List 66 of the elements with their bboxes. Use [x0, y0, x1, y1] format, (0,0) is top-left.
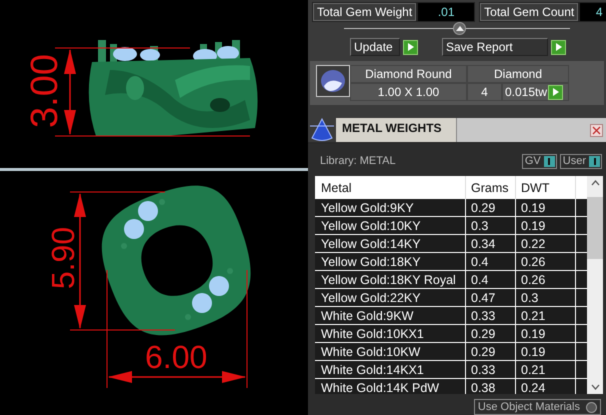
table-cell: Yellow Gold:10KY: [315, 217, 466, 234]
table-cell: Yellow Gold:18KY: [315, 253, 466, 270]
caret-up-icon: [456, 26, 464, 31]
table-cell: 0.34: [466, 235, 516, 252]
table-cell: 0.4: [466, 253, 516, 270]
total-value: 4: [580, 3, 606, 21]
library-label: Library: METAL: [320, 155, 396, 167]
table-cell: 0.24: [516, 379, 576, 394]
table-cell: 0.33: [466, 307, 516, 324]
dimension-label: 3.00: [26, 54, 64, 128]
table-cell: 0.26: [516, 271, 576, 288]
total-label: Total Gem Count: [480, 3, 578, 21]
gem-material: Diamond: [467, 65, 569, 83]
checkbox[interactable]: [586, 402, 597, 412]
table-cell: 0.19: [516, 217, 576, 234]
table-cell: 0.21: [516, 307, 576, 324]
gem-count: 4: [467, 83, 502, 101]
table-cell: Yellow Gold:14KY: [315, 235, 466, 252]
table-cell: 0.4: [466, 271, 516, 288]
option-label: Use Object Materials: [478, 401, 580, 413]
panel-title: METAL WEIGHTS: [336, 118, 457, 142]
gem-weight: 0.015tw: [505, 85, 548, 99]
table-cell: White Gold:14KX1: [315, 361, 466, 378]
play-button[interactable]: [551, 40, 566, 54]
table-cell: 0.3: [516, 289, 576, 306]
total-value: .01: [418, 3, 474, 21]
table-cell: Yellow Gold:18KY Royal: [315, 271, 466, 288]
action-button[interactable]: Update: [350, 38, 400, 56]
table-cell: 0.47: [466, 289, 516, 306]
toggle-switch[interactable]: User: [560, 154, 602, 168]
toggle-switch[interactable]: GV: [522, 154, 557, 168]
table-cell: 0.3: [466, 217, 516, 234]
table-cell: 0.19: [516, 199, 576, 216]
table-cell: Yellow Gold:9KY: [315, 199, 466, 216]
collapse-button[interactable]: [453, 22, 466, 35]
dimension-label: 5.90: [47, 226, 80, 290]
gem-icon: [320, 69, 346, 93]
play-icon: [408, 43, 414, 51]
table-cell: White Gold:10KW: [315, 343, 466, 360]
action-button[interactable]: Save Report: [442, 38, 548, 56]
scroll-up-icon[interactable]: [590, 180, 600, 186]
table-cell: 0.22: [516, 235, 576, 252]
table-cell: Yellow Gold:22KY: [315, 289, 466, 306]
play-icon: [552, 88, 559, 96]
table-cell: 0.26: [516, 253, 576, 270]
play-icon: [556, 43, 562, 51]
table-cell: 0.19: [516, 325, 576, 342]
table-cell: 0.29: [466, 343, 516, 360]
scroll-down-icon[interactable]: [590, 384, 600, 390]
gem-size: 1.00 X 1.00: [350, 83, 467, 101]
scrollbar[interactable]: [587, 176, 603, 394]
gem-name: Diamond Round: [350, 65, 467, 83]
close-button[interactable]: [590, 124, 603, 136]
dimension-label: 6.00: [145, 341, 208, 373]
table-cell: 0.19: [516, 343, 576, 360]
table-cell: 0.21: [516, 361, 576, 378]
table-cell: 0.33: [466, 361, 516, 378]
table-cell: 0.29: [466, 199, 516, 216]
table-cell: 0.38: [466, 379, 516, 394]
play-button[interactable]: [548, 84, 564, 100]
table-cell: 0.29: [466, 325, 516, 342]
play-button[interactable]: [403, 40, 418, 54]
table-cell: White Gold:14K PdW: [315, 379, 466, 394]
total-label: Total Gem Weight: [313, 3, 416, 21]
table-cell: White Gold:9KW: [315, 307, 466, 324]
table-cell: White Gold:10KX1: [315, 325, 466, 342]
